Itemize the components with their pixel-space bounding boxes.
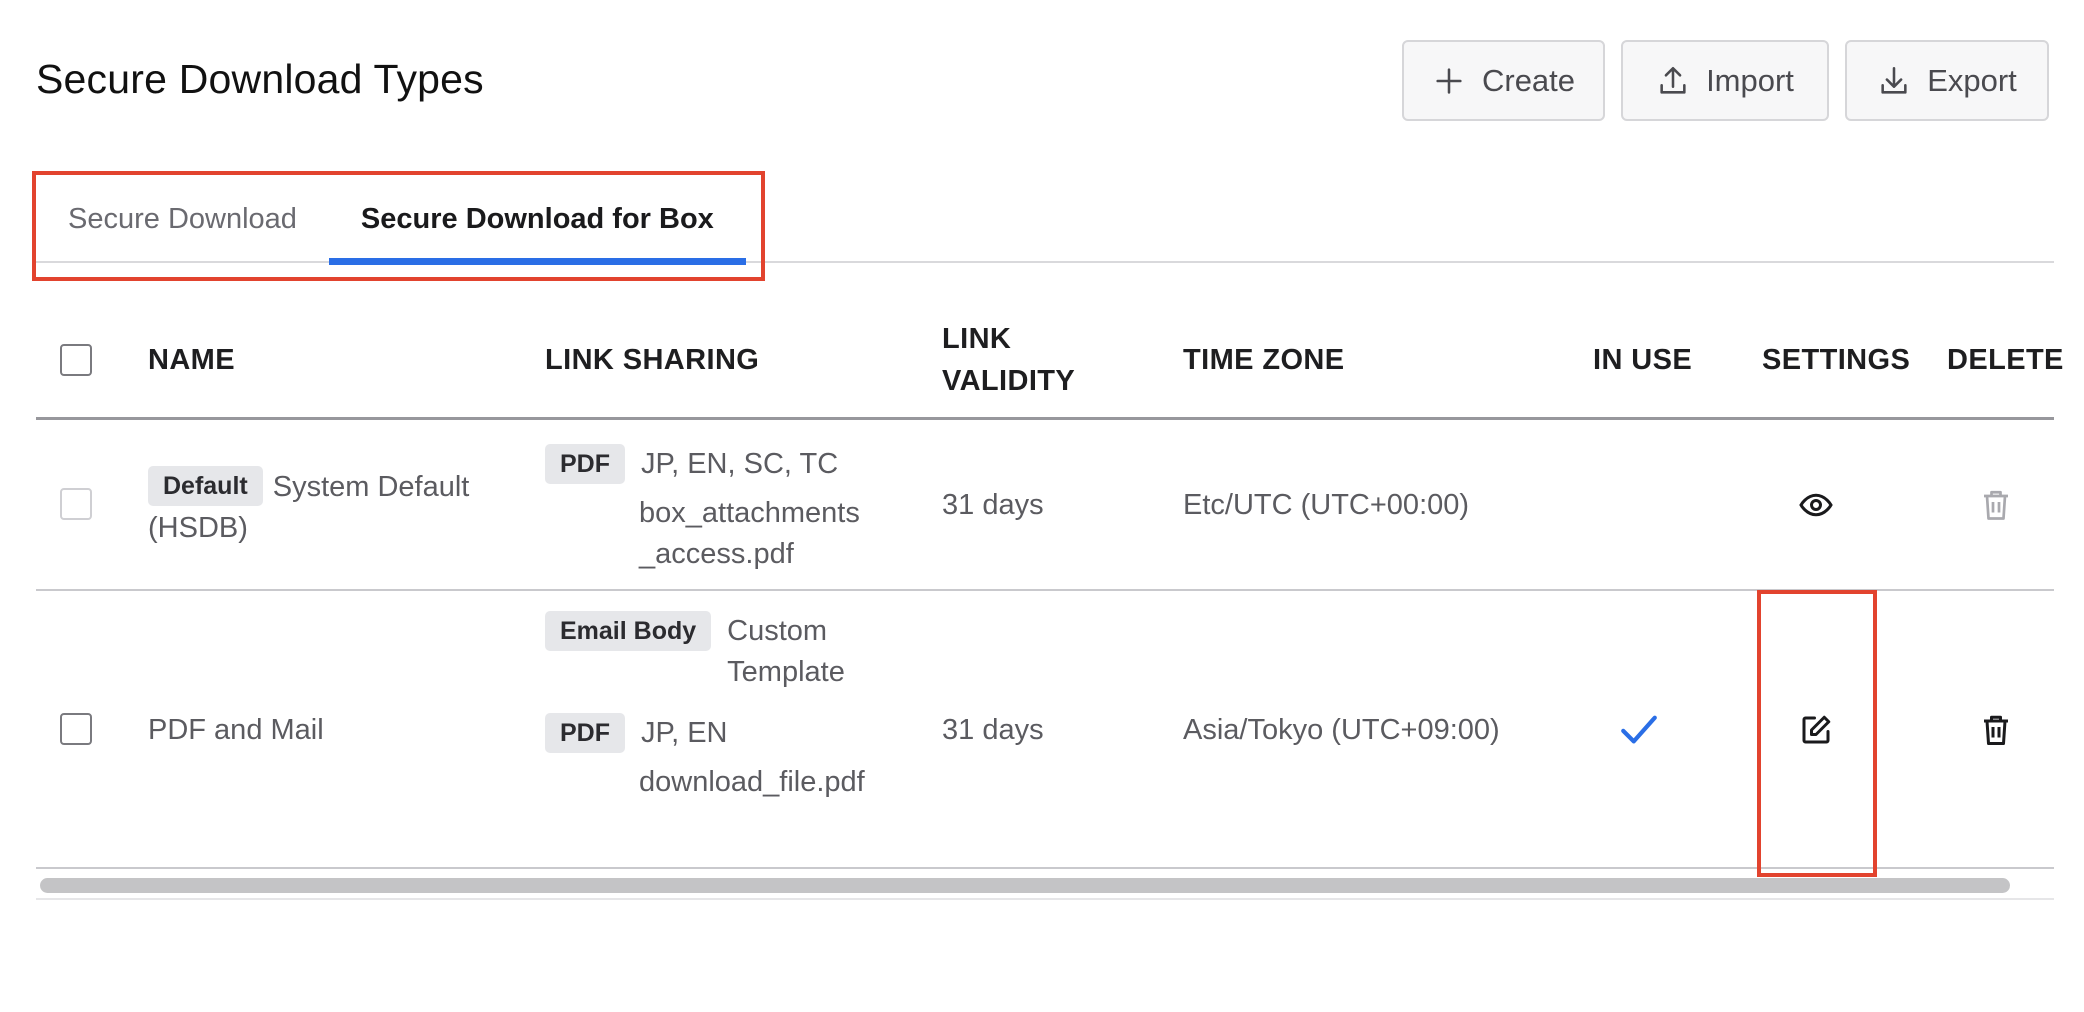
row-checkbox[interactable] — [60, 713, 92, 745]
header-link-validity-line2: VALIDITY — [942, 365, 1076, 397]
link-sharing-cell: PDF JP, EN, SC, TC box_attachments_acces… — [545, 444, 875, 575]
row-name: Default System Default (HSDB) — [148, 466, 508, 549]
tab-bar: Secure Download Secure Download for Box — [36, 175, 2054, 265]
select-all-checkbox[interactable] — [60, 344, 92, 376]
table-row: Default System Default (HSDB) PDF JP, EN,… — [36, 420, 2054, 591]
header-link-validity[interactable]: LINK VALIDITY — [942, 300, 1075, 420]
header-name[interactable]: NAME — [148, 300, 235, 420]
scrollbar-thumb[interactable] — [40, 878, 2010, 893]
header-in-use[interactable]: IN USE — [1593, 300, 1692, 420]
select-all-cell — [60, 300, 92, 420]
email-body-tag: Email Body — [545, 611, 712, 651]
pdf-languages: JP, EN, SC, TC — [641, 448, 839, 480]
row-name: PDF and Mail — [148, 714, 324, 746]
header-link-validity-line1: LINK — [942, 323, 1012, 355]
link-validity: 31 days — [942, 714, 1044, 746]
link-validity: 31 days — [942, 489, 1044, 521]
eye-icon[interactable] — [1798, 487, 1834, 523]
import-button[interactable]: Import — [1621, 40, 1829, 121]
plus-icon — [1432, 64, 1466, 98]
header-time-zone[interactable]: TIME ZONE — [1183, 300, 1345, 420]
trash-icon[interactable] — [1978, 712, 2014, 748]
upload-icon — [1656, 64, 1690, 98]
create-button[interactable]: Create — [1402, 40, 1605, 121]
pdf-tag: PDF — [545, 713, 625, 753]
header-settings: SETTINGS — [1762, 344, 1911, 376]
pdf-file-name: box_attachments_access.pdf — [639, 497, 860, 570]
tab-secure-download-for-box[interactable]: Secure Download for Box — [328, 175, 746, 265]
pdf-file-name: download_file.pdf — [639, 766, 865, 798]
edit-icon[interactable] — [1798, 712, 1834, 748]
time-zone: Asia/Tokyo (UTC+09:00) — [1183, 714, 1500, 746]
email-template-name: Custom Template — [727, 615, 845, 688]
header-delete: DELETE — [1947, 344, 2064, 376]
create-button-label: Create — [1481, 62, 1576, 98]
header-link-sharing[interactable]: LINK SHARING — [545, 300, 759, 420]
download-icon — [1877, 64, 1911, 98]
time-zone: Etc/UTC (UTC+00:00) — [1183, 489, 1470, 521]
export-button[interactable]: Export — [1845, 40, 2049, 121]
pdf-languages: JP, EN — [641, 717, 728, 749]
horizontal-scrollbar[interactable] — [36, 872, 2054, 900]
table-header: NAME LINK SHARING LINK VALIDITY TIME ZON… — [36, 300, 2063, 420]
row-checkbox[interactable] — [60, 488, 92, 520]
export-button-label: Export — [1927, 62, 2017, 98]
link-sharing-cell: Email Body Custom Template PDF JP, EN do… — [545, 611, 875, 803]
default-badge: Default — [148, 466, 263, 506]
table-row: PDF and Mail Email Body Custom Template … — [36, 591, 2054, 869]
secure-download-types-table: NAME LINK SHARING LINK VALIDITY TIME ZON… — [36, 300, 2063, 869]
pdf-tag: PDF — [545, 444, 625, 484]
import-button-label: Import — [1706, 62, 1794, 98]
page-title: Secure Download Types — [36, 56, 484, 102]
check-icon — [1618, 709, 1660, 751]
toolbar: Create Import Export — [1402, 40, 2049, 121]
tab-secure-download[interactable]: Secure Download — [36, 175, 329, 263]
trash-icon — [1978, 487, 2014, 523]
